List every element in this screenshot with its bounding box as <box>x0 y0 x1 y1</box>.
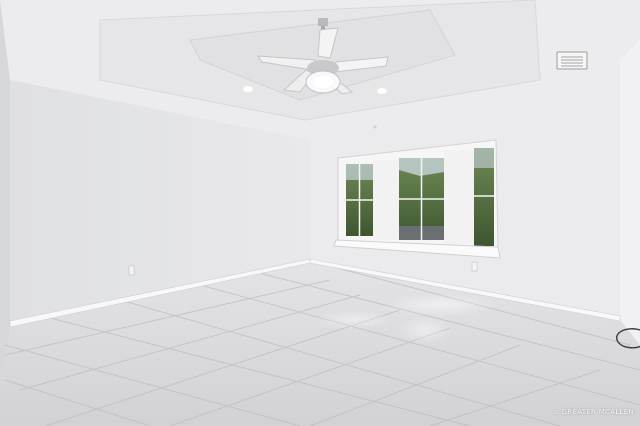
ac-vent <box>556 51 588 70</box>
outlet-back <box>471 261 478 272</box>
watermark-text: GREATER MCALLEN <box>561 408 634 416</box>
bay-window <box>333 139 501 259</box>
room-photo <box>0 0 640 426</box>
outlet-left <box>128 265 135 276</box>
house-logo-icon: ⌂ <box>554 408 560 416</box>
watermark: ⌂ GREATER MCALLEN <box>554 408 634 416</box>
recessed-light-right <box>377 88 387 94</box>
recessed-light-left <box>243 86 253 92</box>
right-wall <box>620 40 640 345</box>
